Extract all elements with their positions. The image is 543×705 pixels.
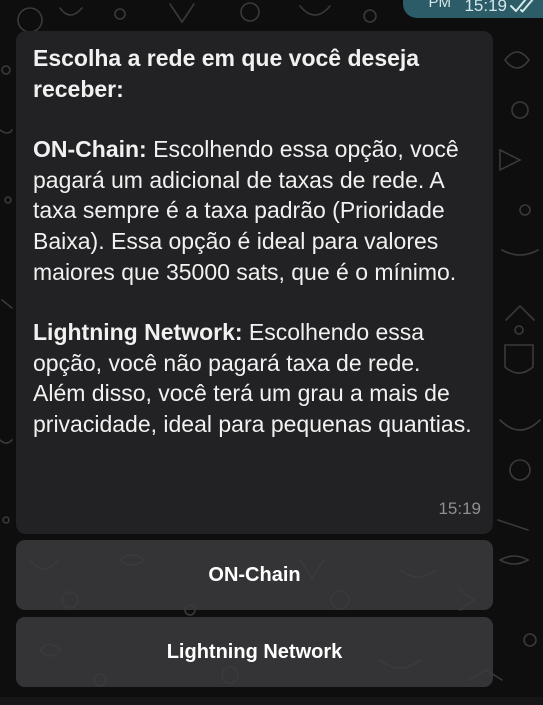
chat-screen: PM 15:19 Escolha a rede em que você dese…	[0, 0, 543, 705]
previous-message-prefix: PM	[428, 0, 452, 11]
lightning-title: Lightning Network:	[33, 319, 243, 346]
lightning-network-button[interactable]: Lightning Network	[16, 617, 493, 687]
onchain-button-label: ON-Chain	[208, 563, 301, 586]
onchain-button[interactable]: ON-Chain	[16, 540, 493, 610]
message-time: 15:19	[438, 499, 481, 519]
bot-message-bubble: Escolha a rede em que você deseja recebe…	[16, 31, 493, 534]
bottom-edge	[0, 697, 543, 705]
onchain-paragraph: ON-Chain: Escolhendo essa opção, você pa…	[33, 134, 475, 287]
previous-message-time: 15:19	[464, 0, 507, 15]
lightning-network-button-label: Lightning Network	[166, 640, 343, 663]
message-heading-text: Escolha a rede em que você deseja recebe…	[33, 45, 420, 102]
double-check-icon	[510, 0, 534, 13]
message-heading: Escolha a rede em que você deseja recebe…	[33, 43, 475, 104]
onchain-title: ON-Chain:	[33, 136, 147, 163]
lightning-paragraph: Lightning Network: Escolhendo essa opção…	[33, 317, 475, 439]
